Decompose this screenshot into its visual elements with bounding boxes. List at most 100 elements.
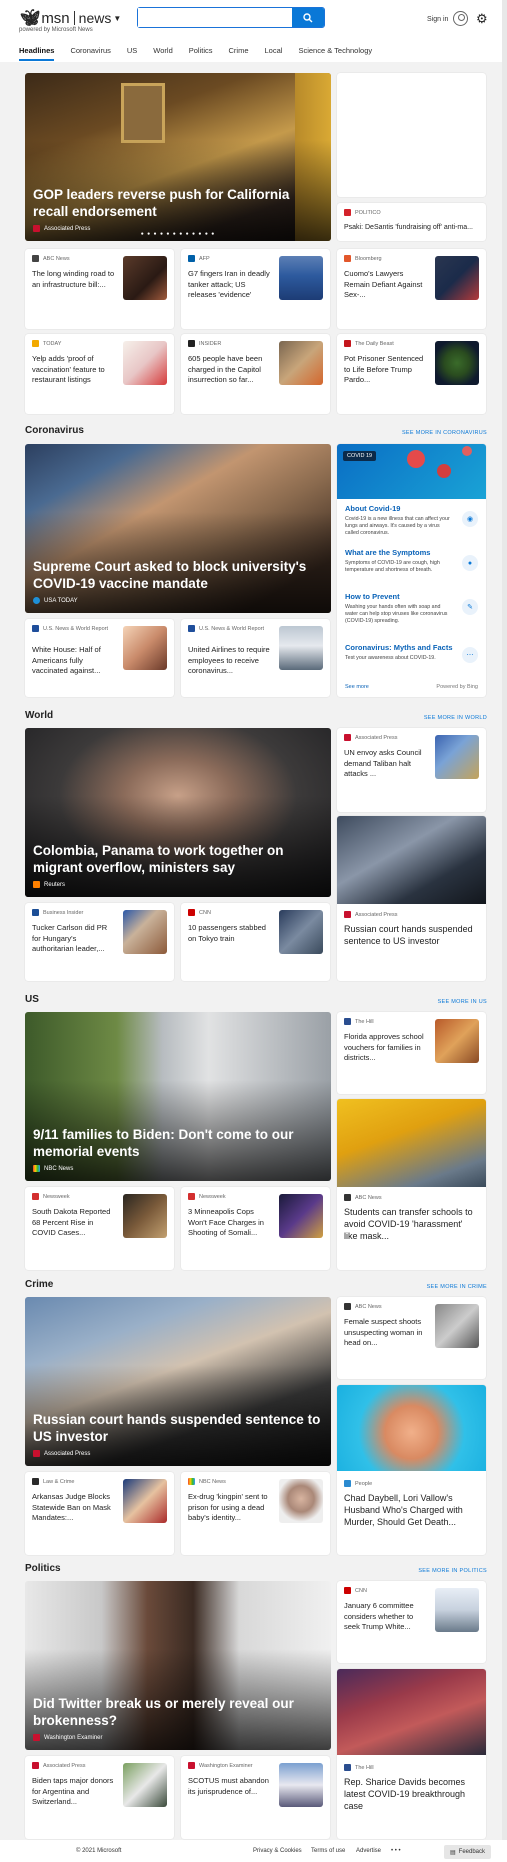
card-title[interactable]: United Airlines to require employees to … (188, 645, 273, 677)
world-side-small-card[interactable]: Associated Press UN envoy asks Council d… (337, 728, 486, 812)
card-title[interactable]: White House: Half of Americans fully vac… (32, 645, 117, 677)
card-title[interactable]: January 6 committee considers whether to… (344, 1601, 429, 1633)
card-title[interactable]: Biden taps major donors for Argentina an… (32, 1776, 117, 1808)
nav-science-technology[interactable]: Science & Technology (298, 44, 372, 61)
card-title[interactable]: Rep. Sharice Davids becomes latest COVID… (344, 1776, 478, 1812)
carousel-dots[interactable]: ● ● ● ● ● ● ● ● ● ● ● ● (25, 231, 331, 237)
gear-icon[interactable]: ⚙ (476, 11, 488, 27)
section-heading-world[interactable]: World (25, 710, 53, 721)
see-more-us-link[interactable]: SEE MORE IN US (438, 999, 487, 1005)
card-title[interactable]: Psaki: DeSantis 'fundraising off' anti-m… (344, 223, 473, 234)
hero-title[interactable]: Did Twitter break us or merely reveal ou… (33, 1695, 321, 1729)
card-title[interactable]: Ex-drug 'kingpin' sent to prison for usi… (188, 1492, 273, 1524)
hero-title[interactable]: 9/11 families to Biden: Don't come to ou… (33, 1126, 321, 1160)
card-title[interactable]: 605 people have been charged in the Capi… (188, 354, 273, 386)
headline-side-card[interactable]: POLITICO Psaki: DeSantis 'fundraising of… (337, 203, 486, 241)
covid-item-myths[interactable]: Coronavirus: Myths and Facts Test your a… (343, 640, 480, 672)
politics-hero-card[interactable]: Did Twitter break us or merely reveal ou… (25, 1581, 331, 1750)
section-heading-coronavirus[interactable]: Coronavirus (25, 425, 84, 436)
crime-side-tall-card[interactable]: People Chad Daybell, Lori Vallow's Husba… (337, 1385, 486, 1555)
politics-side-small-card[interactable]: CNN January 6 committee considers whethe… (337, 1581, 486, 1663)
card-title[interactable]: Female suspect shoots unsuspecting woman… (344, 1317, 429, 1349)
hero-title[interactable]: GOP leaders reverse push for California … (33, 186, 321, 220)
world-hero-card[interactable]: Colombia, Panama to work together on mig… (25, 728, 331, 897)
card-title[interactable]: 10 passengers stabbed on Tokyo train (188, 923, 273, 944)
headline-card-6[interactable]: The Daily Beast Pot Prisoner Sentenced t… (337, 334, 486, 414)
nav-us[interactable]: US (127, 44, 137, 61)
crime-side-small-card[interactable]: ABC News Female suspect shoots unsuspect… (337, 1297, 486, 1379)
nav-local[interactable]: Local (265, 44, 283, 61)
advertise-link[interactable]: Advertise (356, 1848, 381, 1854)
msn-logo[interactable]: 🦋︎ msn news ▼ (20, 8, 121, 28)
search-input[interactable] (138, 8, 291, 27)
world-card-2[interactable]: CNN 10 passengers stabbed on Tokyo train (181, 903, 330, 981)
scrollbar[interactable] (502, 0, 507, 1860)
hero-title[interactable]: Russian court hands suspended sentence t… (33, 1411, 321, 1445)
covid-item-about[interactable]: About Covid-19 Covid-19 is a new illness… (343, 501, 480, 544)
sign-in-link[interactable]: Sign in (427, 16, 448, 23)
section-label[interactable]: news (79, 10, 112, 26)
nav-world[interactable]: World (153, 44, 172, 61)
card-title[interactable]: Cuomo's Lawyers Remain Defiant Against S… (344, 269, 429, 301)
card-title[interactable]: Students can transfer schools to avoid C… (344, 1206, 478, 1242)
see-more-world-link[interactable]: SEE MORE IN WORLD (424, 715, 487, 721)
us-card-1[interactable]: Newsweek South Dakota Reported 68 Percen… (25, 1187, 174, 1270)
see-more-coronavirus-link[interactable]: SEE MORE IN CORONAVIRUS (402, 430, 487, 436)
feedback-button[interactable]: ▤ Feedback (444, 1845, 492, 1859)
card-title[interactable]: Florida approves school vouchers for fam… (344, 1032, 429, 1064)
crime-hero-card[interactable]: Russian court hands suspended sentence t… (25, 1297, 331, 1466)
coronavirus-card-1[interactable]: U.S. News & World Report White House: Ha… (25, 619, 174, 697)
politics-side-tall-card[interactable]: The Hill Rep. Sharice Davids becomes lat… (337, 1669, 486, 1839)
card-title[interactable]: Russian court hands suspended sentence t… (344, 923, 478, 947)
us-card-2[interactable]: Newsweek 3 Minneapolis Cops Won't Face C… (181, 1187, 330, 1270)
hero-title[interactable]: Colombia, Panama to work together on mig… (33, 842, 321, 876)
section-heading-crime[interactable]: Crime (25, 1279, 53, 1290)
card-title[interactable]: UN envoy asks Council demand Taliban hal… (344, 748, 429, 780)
card-title[interactable]: The long winding road to an infrastructu… (32, 269, 117, 290)
crime-card-1[interactable]: Law & Crime Arkansas Judge Blocks Statew… (25, 1472, 174, 1555)
card-title[interactable]: SCOTUS must abandon its jurisprudence of… (188, 1776, 273, 1797)
chevron-down-icon[interactable]: ▼ (113, 14, 121, 23)
world-card-1[interactable]: Business Insider Tucker Carlson did PR f… (25, 903, 174, 981)
section-heading-politics[interactable]: Politics (25, 1563, 61, 1574)
headline-card-4[interactable]: TODAY Yelp adds 'proof of vaccination' f… (25, 334, 174, 414)
headline-card-3[interactable]: Bloomberg Cuomo's Lawyers Remain Defiant… (337, 249, 486, 329)
us-side-tall-card[interactable]: ABC News Students can transfer schools t… (337, 1099, 486, 1270)
nav-coronavirus[interactable]: Coronavirus (70, 44, 110, 61)
covid-item-symptoms[interactable]: What are the Symptoms Symptoms of COVID-… (343, 545, 480, 585)
politics-card-1[interactable]: Associated Press Biden taps major donors… (25, 1756, 174, 1839)
headline-card-2[interactable]: AFP G7 fingers Iran in deadly tanker att… (181, 249, 330, 329)
card-title[interactable]: G7 fingers Iran in deadly tanker attack;… (188, 269, 273, 301)
world-side-tall-card[interactable]: Associated Press Russian court hands sus… (337, 816, 486, 981)
section-heading-us[interactable]: US (25, 994, 39, 1005)
terms-link[interactable]: Terms of use (311, 1848, 345, 1854)
nav-politics[interactable]: Politics (189, 44, 213, 61)
card-title[interactable]: Pot Prisoner Sentenced to Life Before Tr… (344, 354, 429, 386)
covid-item-prevent[interactable]: How to Prevent Washing your hands often … (343, 589, 480, 637)
see-more-politics-link[interactable]: SEE MORE IN POLITICS (418, 1568, 487, 1574)
headline-card-1[interactable]: ABC News The long winding road to an inf… (25, 249, 174, 329)
card-title[interactable]: Yelp adds 'proof of vaccination' feature… (32, 354, 117, 386)
headline-hero-card[interactable]: GOP leaders reverse push for California … (25, 73, 331, 241)
politics-card-2[interactable]: Washington Examiner SCOTUS must abandon … (181, 1756, 330, 1839)
nav-headlines[interactable]: Headlines (19, 44, 55, 61)
covid-see-more-link[interactable]: See more (345, 684, 369, 690)
card-title[interactable]: Arkansas Judge Blocks Statewide Ban on M… (32, 1492, 117, 1524)
coronavirus-hero-card[interactable]: Supreme Court asked to block university'… (25, 444, 331, 613)
us-side-small-card[interactable]: The Hill Florida approves school voucher… (337, 1012, 486, 1094)
headline-card-5[interactable]: INSIDER 605 people have been charged in … (181, 334, 330, 414)
us-hero-card[interactable]: 9/11 families to Biden: Don't come to ou… (25, 1012, 331, 1181)
see-more-crime-link[interactable]: SEE MORE IN CRIME (427, 1284, 487, 1290)
crime-card-2[interactable]: NBC News Ex-drug 'kingpin' sent to priso… (181, 1472, 330, 1555)
nav-crime[interactable]: Crime (229, 44, 249, 61)
privacy-link[interactable]: Privacy & Cookies (253, 1848, 302, 1854)
card-title[interactable]: 3 Minneapolis Cops Won't Face Charges in… (188, 1207, 273, 1239)
more-icon[interactable]: • • • (391, 1848, 401, 1854)
coronavirus-card-2[interactable]: U.S. News & World Report United Airlines… (181, 619, 330, 697)
hero-title[interactable]: Supreme Court asked to block university'… (33, 558, 321, 592)
card-title[interactable]: South Dakota Reported 68 Percent Rise in… (32, 1207, 117, 1239)
card-title[interactable]: Tucker Carlson did PR for Hungary's auth… (32, 923, 117, 955)
avatar[interactable] (453, 11, 468, 26)
card-title[interactable]: Chad Daybell, Lori Vallow's Husband Who'… (344, 1492, 478, 1528)
search-button[interactable] (292, 8, 324, 27)
